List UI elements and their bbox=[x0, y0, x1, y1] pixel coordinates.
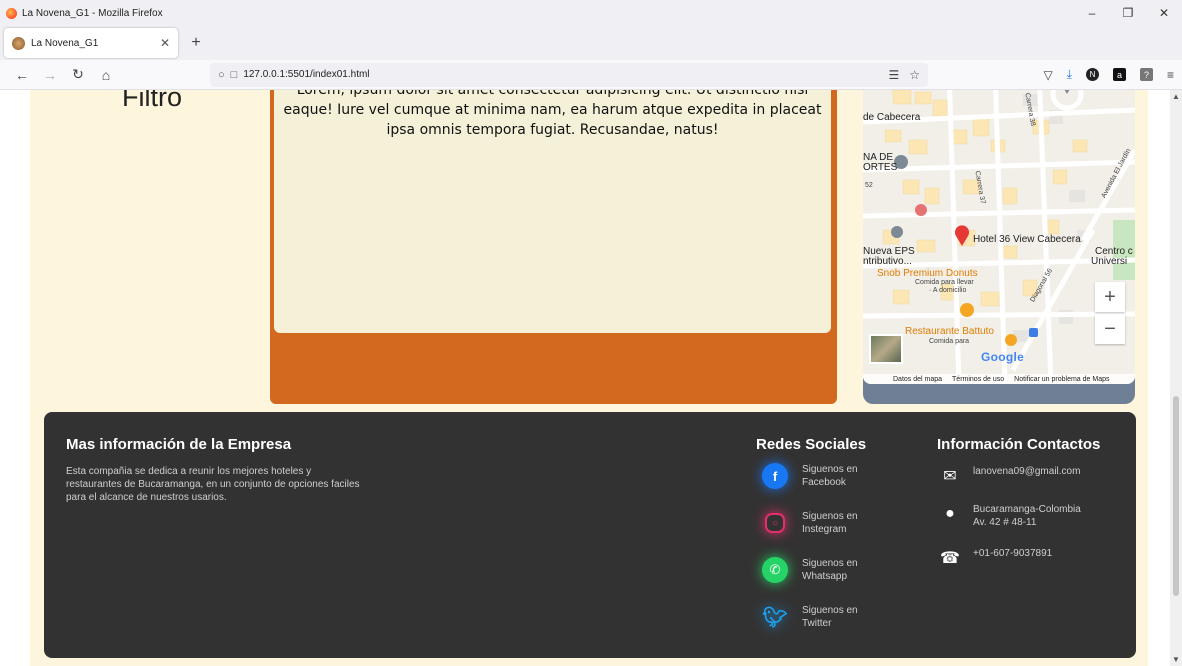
map-label-snob-sub1: Comida para llevar bbox=[915, 279, 974, 286]
maximize-icon[interactable]: ❐ bbox=[1110, 0, 1146, 26]
social-twitter-link[interactable]: 🐦︎ Siguenos en Twitter bbox=[756, 604, 926, 630]
new-tab-icon[interactable]: + bbox=[182, 29, 210, 57]
content-card: Lorem, ipsum dolor sit amet consectetur … bbox=[270, 90, 837, 404]
extension-help-icon[interactable]: ? bbox=[1139, 68, 1153, 81]
page-viewport: Filtro Lorem, ipsum dolor sit amet conse… bbox=[0, 90, 1170, 666]
page-body: Filtro Lorem, ipsum dolor sit amet conse… bbox=[30, 90, 1148, 666]
close-window-icon[interactable]: ✕ bbox=[1146, 0, 1182, 26]
tab-la-novena[interactable]: La Novena_G1 ✕ bbox=[4, 28, 178, 58]
map-credits: Datos del mapa Términos de uso Notificar… bbox=[863, 374, 1135, 384]
footer-contact-title: Información Contactos bbox=[937, 436, 1101, 453]
bookmark-star-icon[interactable]: ☆ bbox=[909, 68, 920, 82]
reader-view-icon[interactable]: ☰ bbox=[888, 68, 899, 82]
social-whatsapp-link[interactable]: ✆ Siguenos en Whatsapp bbox=[756, 557, 926, 583]
scroll-up-icon[interactable]: ▲ bbox=[1172, 92, 1180, 101]
footer-social: Redes Sociales f Siguenos en Facebook ○ … bbox=[756, 436, 926, 630]
map-zoom-out-button[interactable]: − bbox=[1095, 314, 1125, 344]
contact-phone-text: +01-607-9037891 bbox=[973, 548, 1053, 559]
window-title: La Novena_G1 - Mozilla Firefox bbox=[22, 7, 163, 19]
home-icon[interactable]: ⌂ bbox=[92, 61, 120, 89]
map-credit-terms[interactable]: Términos de uso bbox=[952, 376, 1004, 383]
toolbar-icons: ▽ ⤓ N a ? ≡ bbox=[1043, 67, 1174, 82]
google-logo: Google bbox=[981, 350, 1025, 364]
tab-title: La Novena_G1 bbox=[31, 37, 99, 49]
instagram-icon[interactable]: ○ bbox=[765, 513, 785, 533]
social-facebook-link[interactable]: f Siguenos en Facebook bbox=[756, 463, 926, 489]
map-zoom-in-button[interactable]: + bbox=[1095, 282, 1125, 312]
footer-social-title: Redes Sociales bbox=[756, 436, 867, 453]
map-card: de Cabecera NA DE ORTES 52 Hotel 36 View… bbox=[863, 90, 1135, 404]
footer-about-text: Esta compañia se dedica a reunir los mej… bbox=[66, 466, 360, 503]
footer-contact: Información Contactos ✉ lanovena09@gmail… bbox=[937, 436, 1127, 571]
extension-n-icon[interactable]: N bbox=[1085, 68, 1099, 81]
url-text[interactable]: 127.0.0.1:5501/index01.html bbox=[243, 69, 369, 80]
scroll-down-icon[interactable]: ▼ bbox=[1172, 655, 1180, 664]
map-label-snob-sub2: · A domicilio bbox=[929, 287, 967, 294]
map-label-rest-sub: Comida para bbox=[929, 338, 970, 345]
map-credit-data[interactable]: Datos del mapa bbox=[893, 376, 942, 383]
map-label-cabecera: de Cabecera bbox=[863, 112, 921, 123]
globe-icon: ● bbox=[945, 505, 955, 522]
google-map[interactable]: de Cabecera NA DE ORTES 52 Hotel 36 View… bbox=[863, 90, 1135, 384]
social-instagram-text[interactable]: Siguenos en Instegram bbox=[802, 510, 882, 536]
contact-email: ✉ lanovena09@gmail.com bbox=[937, 463, 1127, 489]
scrollbar-thumb[interactable] bbox=[1173, 396, 1179, 596]
window-titlebar: La Novena_G1 - Mozilla Firefox – ❐ ✕ bbox=[0, 0, 1182, 26]
map-label-snob: Snob Premium Donuts bbox=[877, 268, 978, 279]
map-label-restaurante: Restaurante Battuto bbox=[905, 326, 994, 337]
window-controls: – ❐ ✕ bbox=[1074, 0, 1182, 26]
social-twitter-text[interactable]: Siguenos en Twitter bbox=[802, 604, 882, 630]
contact-address: ● Bucaramanga-Colombia Av. 42 # 48-11 bbox=[937, 501, 1127, 529]
map-label-ortes: ORTES bbox=[863, 162, 898, 173]
mail-icon: ✉ bbox=[943, 468, 957, 485]
menu-icon[interactable]: ≡ bbox=[1167, 68, 1174, 82]
tracking-shield-icon[interactable]: ○ bbox=[218, 69, 225, 81]
site-footer: Mas información de la Empresa Esta compa… bbox=[44, 412, 1136, 658]
footer-about: Mas información de la Empresa Esta compa… bbox=[66, 436, 366, 504]
phone-icon: ☎ bbox=[940, 550, 960, 567]
page-scrollbar[interactable]: ▲ ▼ bbox=[1170, 90, 1182, 666]
social-instagram-link[interactable]: ○ Siguenos en Instegram bbox=[756, 510, 926, 536]
pocket-icon[interactable]: ▽ bbox=[1043, 68, 1052, 82]
minimize-icon[interactable]: – bbox=[1074, 0, 1110, 26]
map-label-tributivo: ntributivo... bbox=[863, 256, 912, 267]
whatsapp-icon[interactable]: ✆ bbox=[762, 557, 788, 583]
map-label-hotel: Hotel 36 View Cabecera bbox=[973, 234, 1081, 245]
contact-email-text: lanovena09@gmail.com bbox=[973, 466, 1081, 477]
map-label-52: 52 bbox=[865, 182, 873, 189]
reload-icon[interactable]: ↻ bbox=[64, 61, 92, 89]
map-satellite-toggle[interactable] bbox=[869, 334, 903, 364]
contact-phone: ☎ +01-607-9037891 bbox=[937, 545, 1127, 571]
filter-heading: Filtro bbox=[122, 90, 182, 112]
social-whatsapp-text[interactable]: Siguenos en Whatsapp bbox=[802, 557, 882, 583]
lorem-paragraph: Lorem, ipsum dolor sit amet consectetur … bbox=[283, 90, 822, 138]
facebook-icon[interactable]: f bbox=[762, 463, 788, 489]
map-label-universidad: Universi bbox=[1091, 256, 1128, 267]
forward-icon[interactable]: → bbox=[36, 61, 64, 89]
footer-about-title: Mas información de la Empresa bbox=[66, 436, 292, 453]
navigation-bar: ← → ↻ ⌂ ○ □ 127.0.0.1:5501/index01.html … bbox=[0, 60, 1182, 90]
url-bar[interactable]: ○ □ 127.0.0.1:5501/index01.html ☰ ☆ bbox=[210, 62, 928, 87]
downloads-icon[interactable]: ⤓ bbox=[1067, 67, 1072, 82]
map-credit-report[interactable]: Notificar un problema de Maps bbox=[1014, 376, 1109, 383]
twitter-icon[interactable]: 🐦︎ bbox=[762, 604, 788, 630]
firefox-logo-icon bbox=[6, 7, 17, 19]
tab-close-icon[interactable]: ✕ bbox=[160, 36, 170, 50]
contact-address-text: Bucaramanga-Colombia Av. 42 # 48-11 bbox=[973, 504, 1081, 528]
content-card-text: Lorem, ipsum dolor sit amet consectetur … bbox=[274, 90, 831, 333]
back-icon[interactable]: ← bbox=[8, 61, 36, 89]
tab-favicon-icon bbox=[12, 36, 25, 50]
extension-a-icon[interactable]: a bbox=[1112, 68, 1126, 81]
social-facebook-text[interactable]: Siguenos en Facebook bbox=[802, 463, 882, 489]
page-info-icon[interactable]: □ bbox=[231, 69, 238, 81]
tab-bar: La Novena_G1 ✕ + bbox=[0, 26, 1182, 60]
